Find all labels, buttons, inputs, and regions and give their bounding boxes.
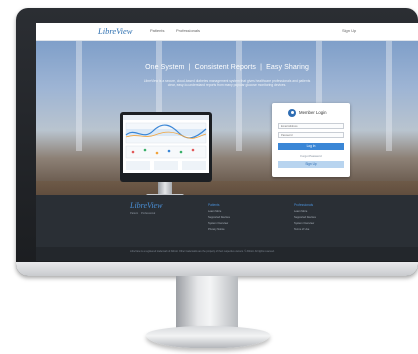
footer-copyright: LibreView is a registered trademark of A… xyxy=(130,250,275,253)
email-input[interactable] xyxy=(278,123,344,129)
footer-heading-patients: Patients xyxy=(208,203,220,207)
monitor-chin xyxy=(16,262,418,276)
monitor-screen: LibreView Patients Professionals Sign Up… xyxy=(36,23,418,261)
window-frame xyxy=(76,41,82,151)
footer-tagline: Patient Professional xyxy=(130,212,156,215)
forgot-password-link[interactable]: Forgot Password xyxy=(272,154,350,158)
monitor-stand-neck xyxy=(176,276,238,328)
footer-link[interactable]: System Overview xyxy=(294,222,314,225)
nav-signup-link[interactable]: Sign Up xyxy=(342,28,356,33)
password-input[interactable] xyxy=(278,132,344,138)
monitor-stand-base xyxy=(146,326,270,348)
window-frame xyxy=(236,41,242,151)
glucose-report-thumbnail xyxy=(123,115,209,170)
footer-link[interactable]: Learn More xyxy=(294,210,307,213)
footer-legal-bar: LibreView is a registered trademark of A… xyxy=(36,247,418,261)
footer-link[interactable]: System Overview xyxy=(208,222,228,225)
login-title: Member Login xyxy=(299,110,327,115)
footer-link[interactable]: Supported Devices xyxy=(208,216,230,219)
site-footer: LibreView Patient Professional Patients … xyxy=(36,195,418,261)
footer-heading-professionals: Professionals xyxy=(294,203,314,207)
site-nav: LibreView Patients Professionals Sign Up xyxy=(36,23,418,41)
nav-link-patients[interactable]: Patients xyxy=(150,28,164,33)
hero-headline: One System | Consistent Reports | Easy S… xyxy=(145,64,309,71)
site-logo[interactable]: LibreView xyxy=(98,26,132,36)
desktop-monitor-illustration xyxy=(120,112,212,182)
footer-link[interactable]: Terms of Use xyxy=(294,228,309,231)
nav-link-professionals[interactable]: Professionals xyxy=(176,28,200,33)
footer-link[interactable]: Privacy Notice xyxy=(208,228,225,231)
report-preview xyxy=(123,115,209,173)
window-frame xyxy=(386,41,392,151)
hero-banner: One System | Consistent Reports | Easy S… xyxy=(36,41,418,213)
stage: LibreView Patients Professionals Sign Up… xyxy=(0,0,418,354)
footer-link[interactable]: Supported Devices xyxy=(294,216,316,219)
hero-description: LibreView is a secure, cloud-based diabe… xyxy=(143,79,311,88)
member-login-panel: Member Login Log In Forgot Password Sign… xyxy=(272,103,350,177)
footer-link[interactable]: Learn More xyxy=(208,210,221,213)
login-button[interactable]: Log In xyxy=(278,143,344,150)
signup-button[interactable]: Sign Up xyxy=(278,161,344,168)
user-icon xyxy=(288,109,296,117)
footer-logo[interactable]: LibreView xyxy=(130,201,162,210)
